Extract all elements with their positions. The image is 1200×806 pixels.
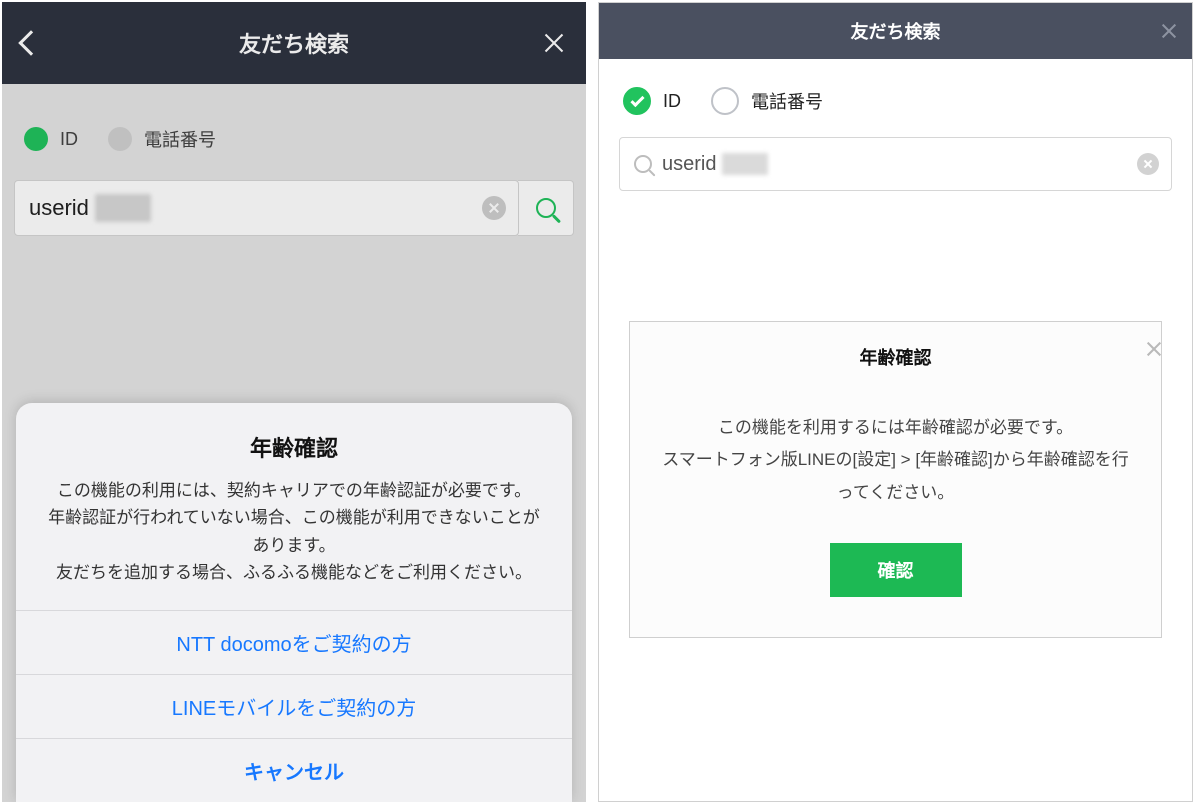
desktop-header-title: 友だち検索 [851, 18, 941, 44]
redacted-text [722, 153, 768, 175]
age-verification-dialog: 年齢確認 この機能を利用するには年齢確認が必要です。 スマートフォン版LINEの… [629, 321, 1162, 638]
clear-button[interactable] [1137, 153, 1159, 175]
close-icon [1160, 22, 1178, 40]
search-icon [634, 155, 652, 173]
desktop-header: 友だち検索 [599, 3, 1192, 59]
radio-unselected-icon [711, 87, 739, 115]
mobile-panel: 友だち検索 ID 電話番号 userid [2, 2, 586, 802]
age-verification-sheet: 年齢確認 この機能の利用には、契約キャリアでの年齢認証が必要です。 年齢認証が行… [16, 403, 572, 802]
search-input[interactable]: userid [619, 137, 1172, 191]
cancel-button[interactable]: キャンセル [16, 738, 572, 802]
dialog-title: 年齢確認 [630, 344, 1161, 370]
desktop-panel: 友だち検索 ID 電話番号 userid 年齢確認 [598, 2, 1193, 802]
confirm-button[interactable]: 確認 [830, 543, 962, 597]
radio-id[interactable]: ID [623, 87, 681, 115]
x-icon [1143, 159, 1153, 169]
search-type-radios: ID 電話番号 [619, 83, 1172, 137]
radio-id-label: ID [663, 91, 681, 112]
close-button[interactable] [1160, 3, 1178, 59]
radio-selected-icon [623, 87, 651, 115]
search-value: userid [662, 153, 768, 176]
option-line-mobile-button[interactable]: LINEモバイルをご契約の方 [16, 674, 572, 738]
radio-phone-label: 電話番号 [751, 88, 823, 114]
sheet-message: この機能の利用には、契約キャリアでの年齢認証が必要です。 年齢認証が行われていな… [40, 477, 548, 586]
dialog-message: この機能を利用するには年齢確認が必要です。 スマートフォン版LINEの[設定] … [630, 398, 1161, 543]
radio-phone[interactable]: 電話番号 [711, 87, 823, 115]
sheet-title: 年齢確認 [40, 431, 548, 463]
option-docomo-button[interactable]: NTT docomoをご契約の方 [16, 610, 572, 674]
